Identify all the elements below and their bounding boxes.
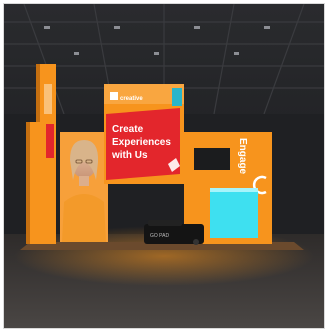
booth-scene: Engage creative Create Experiences with … [4, 4, 324, 328]
case-label: GO PAD [150, 233, 169, 239]
display-screen [194, 148, 230, 170]
teal-accent [172, 88, 182, 106]
engage-side-word: Engage [237, 138, 248, 175]
cyan-counter [210, 188, 258, 238]
banner-line-2: Experiences [112, 137, 171, 148]
trade-show-booth-photo: Engage creative Create Experiences with … [3, 3, 325, 329]
banner-line-3: with Us [111, 150, 148, 161]
brand-name: creative [120, 96, 143, 102]
banner-line-1: Create [112, 124, 144, 135]
